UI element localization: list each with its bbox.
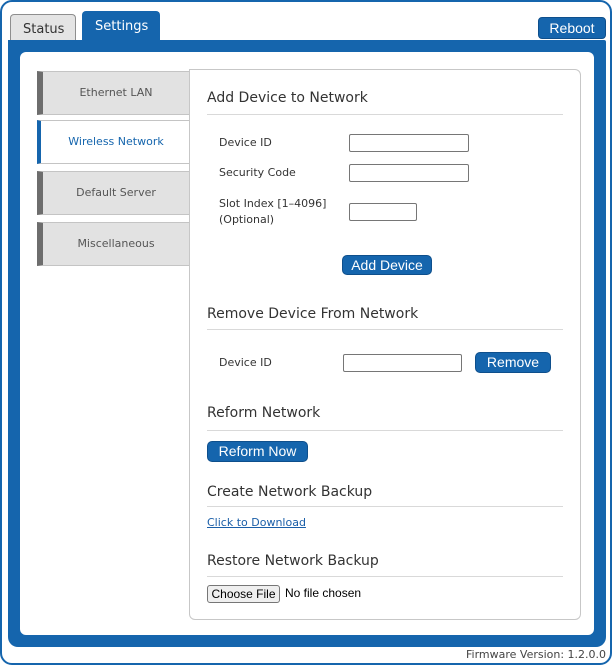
slot-index-input[interactable] (349, 203, 417, 221)
remove-device-id-label: Device ID (219, 356, 272, 369)
remove-device-id-input[interactable] (343, 354, 462, 372)
add-device-button[interactable]: Add Device (342, 255, 432, 275)
divider (207, 576, 563, 577)
download-backup-link[interactable]: Click to Download (207, 516, 306, 529)
restore-backup-heading: Restore Network Backup (207, 553, 379, 569)
remove-button[interactable]: Remove (475, 352, 551, 373)
file-status: No file chosen (285, 586, 362, 600)
tab-settings[interactable]: Settings (82, 11, 160, 41)
sidebar-item-wireless-network[interactable]: Wireless Network (37, 120, 191, 164)
reform-now-button[interactable]: Reform Now (207, 441, 308, 462)
divider (207, 329, 563, 330)
device-id-label: Device ID (219, 136, 272, 149)
sidebar-item-default-server[interactable]: Default Server (37, 171, 190, 215)
remove-device-heading: Remove Device From Network (207, 306, 419, 322)
slot-index-optional-label: (Optional) (219, 213, 275, 226)
security-code-input[interactable] (349, 164, 469, 182)
top-tab-bar: Status Settings Reboot (0, 0, 612, 46)
reform-network-heading: Reform Network (207, 405, 321, 421)
divider (207, 114, 563, 115)
divider (207, 506, 563, 507)
sidebar-item-miscellaneous[interactable]: Miscellaneous (37, 222, 190, 266)
divider (207, 430, 563, 431)
security-code-label: Security Code (219, 166, 296, 179)
add-device-heading: Add Device to Network (207, 90, 368, 106)
device-id-input[interactable] (349, 134, 469, 152)
sidebar-item-ethernet-lan[interactable]: Ethernet LAN (37, 71, 190, 115)
choose-file-button[interactable]: Choose File (207, 585, 280, 603)
firmware-version: Firmware Version: 1.2.0.0 (466, 648, 607, 661)
slot-index-label: Slot Index [1–4096] (219, 197, 327, 210)
create-backup-heading: Create Network Backup (207, 484, 373, 500)
reboot-button[interactable]: Reboot (538, 17, 606, 39)
